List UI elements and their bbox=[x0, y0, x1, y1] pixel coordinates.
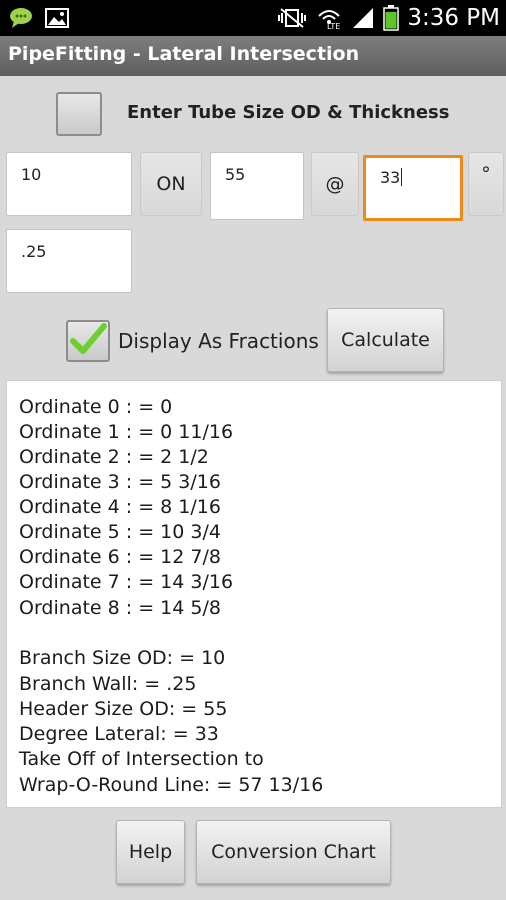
on-label-button: ON bbox=[140, 152, 202, 216]
text-caret bbox=[401, 168, 403, 186]
result-line: Branch Wall: = .25 bbox=[19, 673, 197, 695]
status-bar: LTE 3:36 PM bbox=[0, 0, 506, 36]
fractions-label: Display As Fractions bbox=[118, 329, 319, 353]
result-line: Ordinate 4 : = 8 1/16 bbox=[19, 496, 221, 518]
result-line: Ordinate 3 : = 5 3/16 bbox=[19, 471, 221, 493]
tube-size-label: Enter Tube Size OD & Thickness bbox=[127, 102, 450, 123]
battery-icon bbox=[383, 5, 400, 31]
result-line: Ordinate 6 : = 12 7/8 bbox=[19, 546, 221, 568]
result-line: Ordinate 7 : = 14 3/16 bbox=[19, 571, 234, 593]
at-label-button: @ bbox=[311, 152, 359, 216]
wall-thickness-input[interactable]: .25 bbox=[6, 229, 132, 293]
result-line: Ordinate 0 : = 0 bbox=[19, 396, 173, 418]
result-line: Take Off of Intersection to bbox=[19, 748, 264, 770]
degree-input[interactable]: 33 bbox=[363, 155, 463, 221]
svg-text:LTE: LTE bbox=[327, 22, 340, 30]
result-line: Wrap-O-Round Line: = 57 13/16 bbox=[19, 774, 324, 796]
result-line: Degree Lateral: = 33 bbox=[19, 723, 219, 745]
calculate-button[interactable]: Calculate bbox=[327, 308, 444, 372]
tube-size-checkbox[interactable] bbox=[56, 92, 102, 136]
results-panel: Ordinate 0 : = 0 Ordinate 1 : = 0 11/16 … bbox=[6, 380, 502, 808]
app-title: PipeFitting - Lateral Intersection bbox=[8, 43, 360, 65]
checkmark-icon bbox=[70, 323, 107, 354]
conversion-chart-button[interactable]: Conversion Chart bbox=[196, 820, 391, 884]
branch-od-input[interactable]: 10 bbox=[6, 152, 132, 216]
clock: 3:36 PM bbox=[407, 5, 500, 31]
result-line: Branch Size OD: = 10 bbox=[19, 647, 226, 669]
help-button[interactable]: Help bbox=[116, 820, 185, 884]
fractions-checkbox[interactable] bbox=[66, 320, 110, 362]
result-line: Ordinate 8 : = 14 5/8 bbox=[19, 597, 221, 619]
cell-signal-icon bbox=[353, 8, 374, 28]
vibrate-mute-icon bbox=[278, 8, 307, 28]
result-line: Ordinate 1 : = 0 11/16 bbox=[19, 421, 234, 443]
result-line: Ordinate 2 : = 2 1/2 bbox=[19, 446, 209, 468]
degree-symbol-button: ° bbox=[468, 152, 504, 216]
result-line: Ordinate 5 : = 10 3/4 bbox=[19, 521, 221, 543]
lte-signal-icon: LTE bbox=[318, 10, 341, 30]
header-od-input[interactable]: 55 bbox=[210, 152, 304, 220]
image-notification-icon bbox=[45, 8, 69, 28]
result-line: Header Size OD: = 55 bbox=[19, 698, 228, 720]
chat-notification-icon bbox=[10, 8, 32, 28]
app-title-bar: PipeFitting - Lateral Intersection bbox=[0, 36, 506, 76]
